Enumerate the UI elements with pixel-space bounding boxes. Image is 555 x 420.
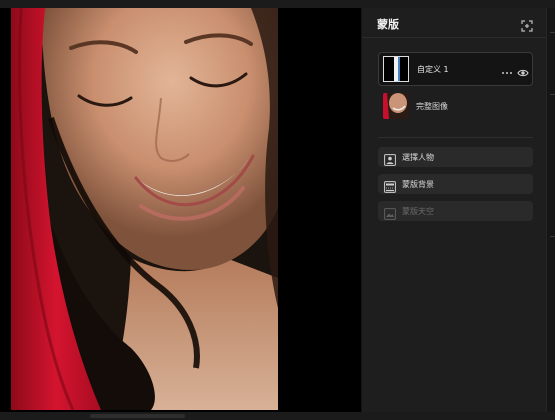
select-person-label: 選擇人物 [402, 153, 434, 162]
select-person-button[interactable]: 選擇人物 [378, 147, 533, 167]
edge-tick [550, 236, 555, 237]
mask-layer-thumbnail [383, 56, 409, 82]
panel-divider [378, 137, 533, 138]
add-mask-icon[interactable] [521, 17, 533, 32]
background-mask-icon [384, 178, 396, 193]
person-select-icon [384, 151, 396, 166]
sky-mask-icon [384, 205, 396, 220]
full-image-label: 完整图像 [416, 102, 448, 111]
mask-panel: 蒙版 自定义 1 完整图像 選擇人物 蒙版背景 蒙版天空 [361, 8, 546, 412]
portrait-photo [11, 8, 278, 410]
panel-header: 蒙版 [362, 8, 546, 38]
more-options-icon[interactable] [501, 63, 513, 74]
mask-background-button[interactable]: 蒙版背景 [378, 174, 533, 194]
panel-title: 蒙版 [377, 18, 399, 31]
full-image-mask-row[interactable]: 完整图像 [382, 92, 532, 122]
full-image-thumbnail [383, 93, 409, 119]
mask-layer-card[interactable]: 自定义 1 [378, 52, 533, 86]
horizontal-scroll-thumb[interactable] [90, 414, 185, 418]
edge-tick [550, 94, 555, 95]
mask-background-label: 蒙版背景 [402, 180, 434, 189]
mask-sky-button[interactable]: 蒙版天空 [378, 201, 533, 221]
mask-layer-name: 自定义 1 [417, 65, 449, 74]
right-edge-toolbar [546, 8, 555, 412]
top-bar [0, 0, 555, 8]
mask-sky-label: 蒙版天空 [402, 207, 434, 216]
bottom-scrollbar[interactable] [0, 412, 555, 420]
visibility-eye-icon[interactable] [517, 63, 529, 77]
image-canvas[interactable] [0, 8, 361, 412]
edge-tick [550, 32, 555, 33]
